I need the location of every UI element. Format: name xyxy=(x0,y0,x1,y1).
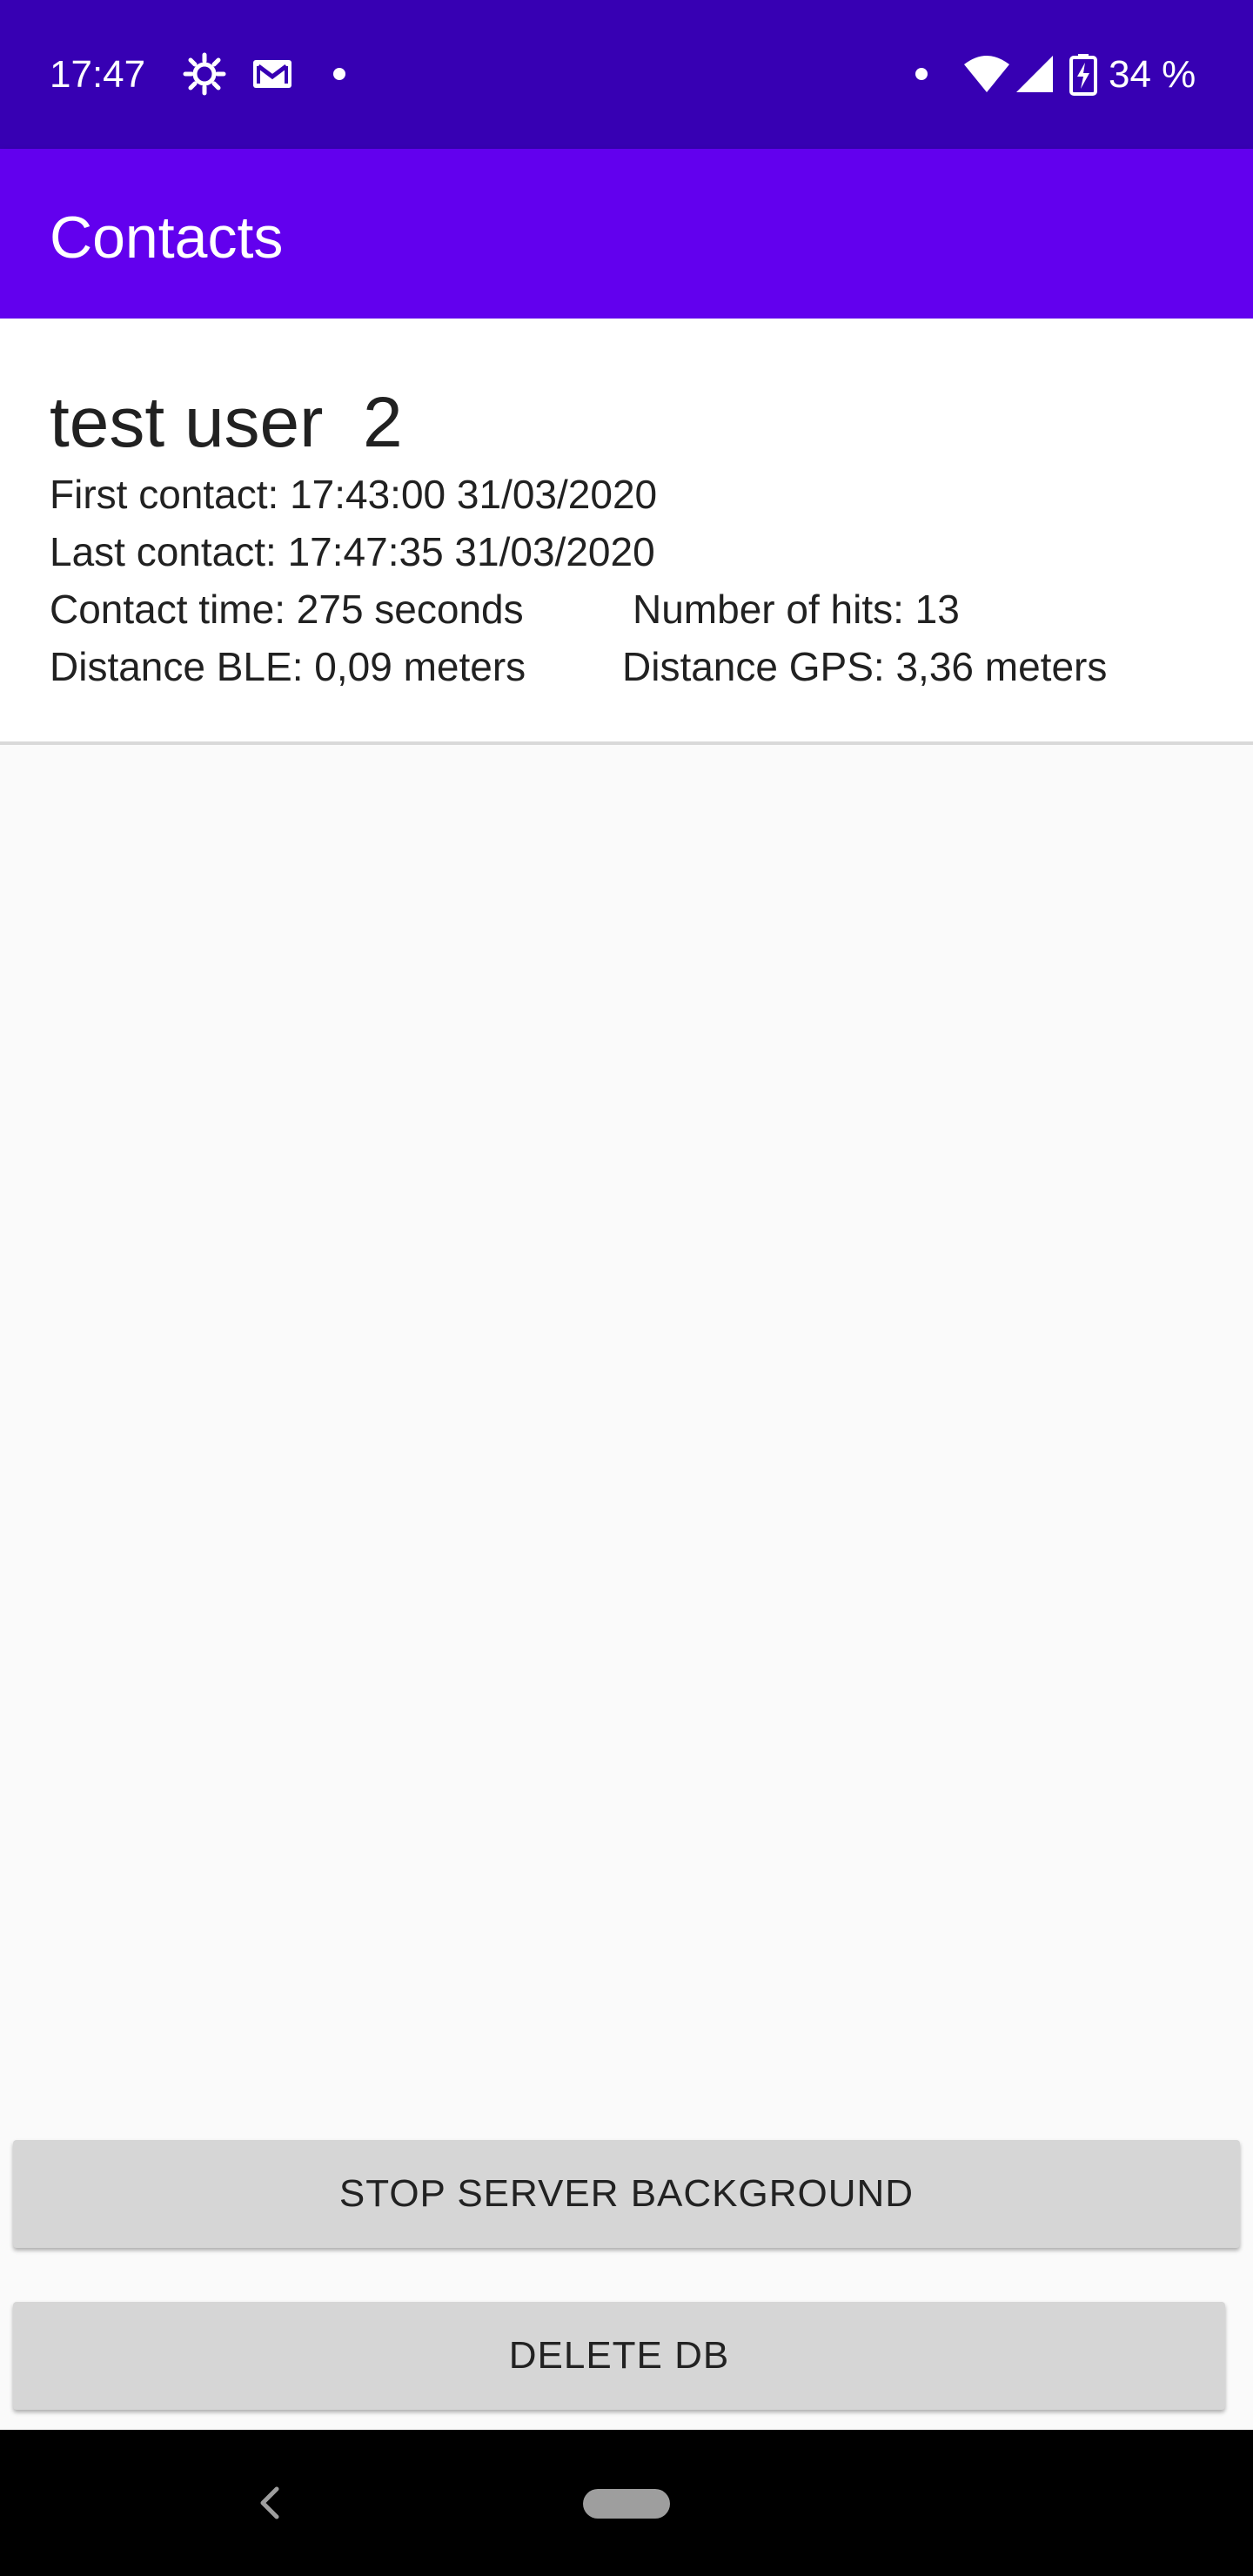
first-contact-text: First contact: 17:43:00 31/03/2020 xyxy=(50,472,658,517)
status-bar: 17:47 34 % xyxy=(0,0,1253,149)
contact-list-item[interactable]: test user 2 First contact: 17:43:00 31/0… xyxy=(0,319,1253,745)
delete-db-button[interactable]: DELETE DB xyxy=(13,2302,1225,2410)
page-title: Contacts xyxy=(50,205,284,271)
app-bar: Contacts xyxy=(0,149,1253,319)
settings-gear-icon xyxy=(183,52,226,96)
home-pill-button[interactable] xyxy=(583,2489,670,2519)
gmail-icon xyxy=(253,60,291,88)
notification-dot-icon xyxy=(333,68,345,80)
distance-ble-text: Distance BLE: 0,09 meters xyxy=(50,644,526,689)
stop-server-background-button[interactable]: STOP SERVER BACKGROUND xyxy=(13,2140,1240,2248)
delete-db-label: DELETE DB xyxy=(508,2334,730,2377)
cell-signal-icon xyxy=(1016,56,1053,92)
back-chevron-icon[interactable] xyxy=(252,2479,287,2527)
stop-server-background-label: STOP SERVER BACKGROUND xyxy=(338,2172,915,2215)
last-contact-text: Last contact: 17:47:35 31/03/2020 xyxy=(50,529,655,574)
dot-icon xyxy=(915,68,928,80)
status-time: 17:47 xyxy=(50,53,146,96)
wifi-icon xyxy=(964,56,1009,92)
battery-charging-icon xyxy=(1069,54,1097,96)
contact-time-text: Contact time: 275 seconds xyxy=(50,587,524,632)
distance-gps-text: Distance GPS: 3,36 meters xyxy=(622,644,1108,689)
battery-percent: 34 % xyxy=(1109,53,1196,96)
number-of-hits-text: Number of hits: 13 xyxy=(633,587,960,632)
contact-name: test user 2 xyxy=(50,383,403,462)
